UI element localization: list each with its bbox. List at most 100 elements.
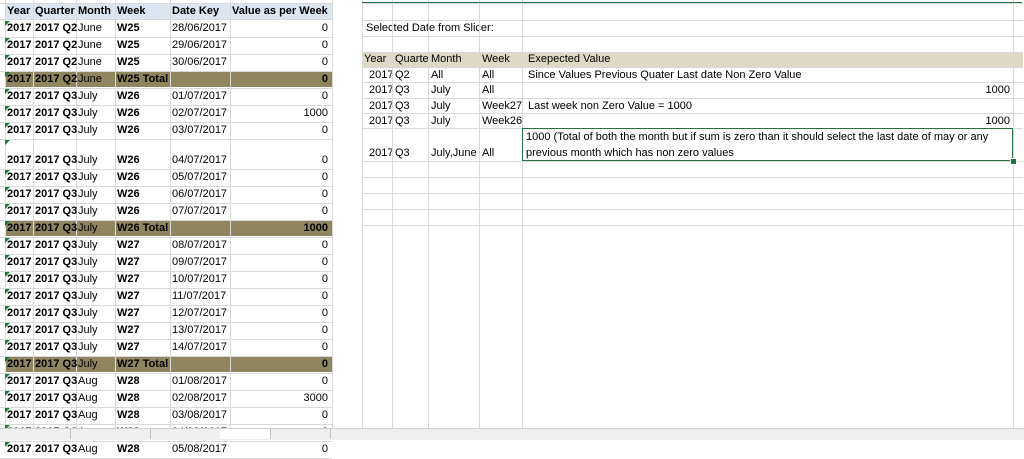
sheet-tab[interactable]: [70, 429, 151, 439]
sheet-tab[interactable]: [0, 429, 71, 439]
cell-quarter: 2017 Q3: [35, 273, 78, 285]
cell-week: W28: [117, 392, 140, 404]
right-cell-month: July: [431, 115, 451, 127]
grid-column-line: [362, 0, 363, 428]
spreadsheet-grid[interactable]: Year Quarter Month Week Date Key Value as per…: [0, 0, 1024, 459]
right-cell-month: July: [431, 84, 451, 96]
cell-quarter: 2017 Q2: [35, 39, 78, 51]
sheet-tab[interactable]: [270, 429, 331, 439]
column-header: Week: [117, 5, 146, 17]
cell-year: 2017: [7, 290, 32, 302]
cell-value: 0: [321, 73, 328, 85]
cell-quarter: 2017 Q2: [35, 56, 78, 68]
right-cell-week: All: [482, 69, 495, 81]
cell-value: 0: [321, 124, 328, 136]
grid-column-line: [522, 0, 523, 428]
grid-column-line: [170, 0, 171, 428]
cell-date: 01/07/2017: [172, 90, 228, 102]
cell-value: 0: [321, 39, 328, 51]
cell-quarter: 2017 Q3: [35, 124, 78, 136]
cell-date: 04/07/2017: [172, 154, 228, 166]
cell-value: 1000: [303, 222, 328, 234]
cell-year: 2017: [7, 107, 32, 119]
grid-row-line: [362, 36, 1023, 37]
cell-value: 0: [321, 188, 328, 200]
right-cell-quarter: Q3: [395, 84, 410, 96]
cell-year: 2017: [7, 73, 32, 85]
column-header: Year: [7, 5, 31, 17]
selection-topline: [362, 2, 1022, 3]
right-cell-month: July: [431, 100, 451, 112]
cell-month: July: [78, 256, 98, 268]
cell-date: 11/07/2017: [172, 290, 227, 302]
cell-date: 08/07/2017: [172, 239, 228, 251]
cell-week: W25 Total: [117, 73, 169, 85]
cell-quarter: 2017 Q3: [35, 90, 78, 102]
grid-column-line: [33, 0, 34, 428]
slicer-label: Selected Date from Slicer:: [366, 22, 494, 34]
cell-date: 03/07/2017: [172, 124, 228, 136]
right-header-quarter: Quarte: [395, 53, 429, 65]
cell-year: 2017: [7, 205, 32, 217]
cell-month: July: [78, 154, 98, 166]
cell-quarter: 2017 Q3: [35, 375, 78, 387]
right-cell-expected: previous month which has non zero values: [526, 147, 734, 159]
cell-year: 2017: [7, 239, 32, 251]
cell-date: 09/07/2017: [172, 256, 228, 268]
cell-quarter: 2017 Q3: [35, 171, 78, 183]
cell-year: 2017: [7, 409, 32, 421]
cell-month: Aug: [78, 443, 98, 455]
cell-week: W25: [117, 56, 140, 68]
cell-value: 0: [321, 324, 328, 336]
cell-year: 2017: [7, 124, 32, 136]
grid-column-line: [230, 0, 231, 428]
cell-value: 0: [321, 409, 328, 421]
right-header-expected: Exepected Value: [528, 53, 611, 65]
right-cell-quarter: Q3: [395, 147, 410, 159]
grid-column-line: [1013, 0, 1014, 428]
cell-year: 2017: [7, 56, 32, 68]
right-cell-week: All: [482, 147, 495, 159]
cell-year: 2017: [7, 324, 32, 336]
cell-year: 2017: [7, 39, 32, 51]
cell-quarter: 2017 Q3: [35, 205, 78, 217]
grid-row-line: [362, 20, 1023, 21]
cell-week: W26: [117, 171, 140, 183]
column-header: Date Key: [172, 5, 220, 17]
right-cell-expected: Since Values Previous Quater Last date N…: [528, 69, 802, 81]
right-cell-week: Week26: [482, 115, 523, 127]
cell-week: W26: [117, 124, 140, 136]
cell-quarter: 2017 Q3: [35, 239, 78, 251]
cell-week: W27: [117, 324, 140, 336]
cell-week: W26: [117, 90, 140, 102]
cell-month: Aug: [78, 409, 98, 421]
cell-quarter: 2017 Q3: [35, 290, 78, 302]
column-header: Value as per Week: [232, 5, 328, 17]
cell-month: July: [78, 324, 98, 336]
cell-year: 2017: [7, 443, 32, 455]
cell-quarter: 2017 Q3: [35, 107, 78, 119]
cell-month: July: [78, 188, 98, 200]
cell-year: 2017: [7, 256, 32, 268]
right-cell-quarter: Q2: [395, 69, 410, 81]
cell-week: W26: [117, 188, 140, 200]
fill-handle[interactable]: [1010, 158, 1017, 165]
cell-week: W28: [117, 375, 140, 387]
cell-week: W28: [117, 443, 140, 455]
sheet-tab[interactable]: [220, 429, 271, 439]
grid-row-line: [362, 98, 1023, 99]
grid-column-line: [392, 0, 393, 428]
cell-month: Aug: [78, 375, 98, 387]
right-cell-year: 2017: [369, 115, 394, 127]
error-indicator-icon: [5, 140, 10, 145]
cell-month: June: [78, 73, 102, 85]
cell-week: W27: [117, 290, 140, 302]
grid-row-line: [362, 177, 1023, 178]
column-header: Quarter: [35, 5, 75, 17]
cell-year: 2017: [7, 375, 32, 387]
cell-date: 02/08/2017: [172, 392, 228, 404]
cell-month: July: [78, 222, 98, 234]
right-cell-expected: 1000 (Total of both the month but if sum…: [526, 131, 989, 143]
cell-value: 0: [321, 256, 328, 268]
sheet-tab[interactable]: [150, 429, 221, 439]
